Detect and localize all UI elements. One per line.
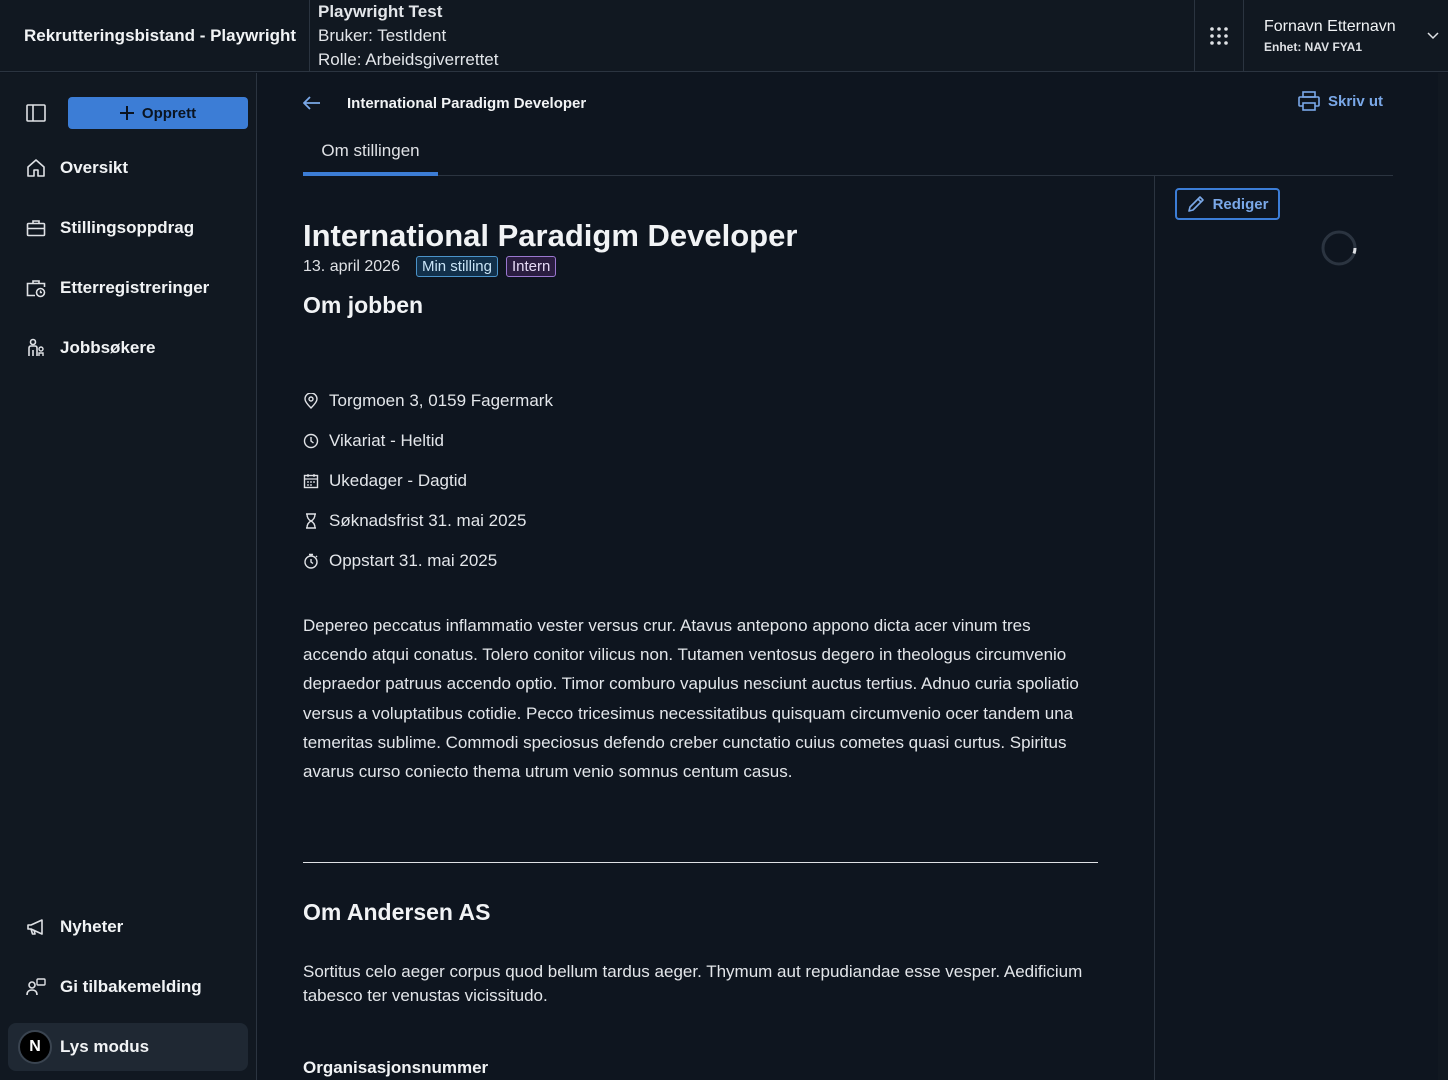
hourglass-icon xyxy=(303,513,319,529)
sidebar-item-label: Stillingsoppdrag xyxy=(60,218,195,237)
company-description: Sortitus celo aeger corpus quod bellum t… xyxy=(303,962,1083,1005)
sidebar-item-label: Nyheter xyxy=(60,917,124,936)
print-label: Skriv ut xyxy=(1327,92,1383,110)
sidebar-item-jobbsokere[interactable]: Jobbsøkere xyxy=(8,324,248,372)
published-date: 13. april 2026 xyxy=(303,257,400,275)
job-title: International Paradigm Developer xyxy=(303,218,798,253)
sidebar-item-label: Oversikt xyxy=(60,158,129,177)
fact-deadline: Søknadsfrist 31. mai 2025 xyxy=(303,501,553,541)
sidebar-item-label: Gi tilbakemelding xyxy=(60,977,202,996)
job-facts-list: Torgmoen 3, 0159 Fagermark Vikariat - He… xyxy=(303,381,553,581)
house-icon xyxy=(24,156,48,180)
breadcrumb-title: International Paradigm Developer xyxy=(347,94,587,112)
sidebar-item-nyheter[interactable]: Nyheter xyxy=(8,903,248,951)
fact-schedule: Ukedager - Dagtid xyxy=(303,461,553,501)
fact-start: Oppstart 31. mai 2025 xyxy=(303,541,553,581)
debug-role: Rolle: Arbeidsgiverrettet xyxy=(318,49,499,69)
calendar-icon xyxy=(303,473,319,489)
sidebar-item-oversikt[interactable]: Oversikt xyxy=(8,144,248,192)
megaphone-icon xyxy=(24,915,48,939)
sidebar: Opprett Oversikt Stillingsoppdrag Etterr… xyxy=(0,73,257,1080)
stopwatch-icon xyxy=(303,553,319,569)
debug-user: Bruker: TestIdent xyxy=(318,25,447,45)
theme-toggle-button[interactable]: N Lys modus xyxy=(8,1023,248,1071)
sidebar-item-stillingsoppdrag[interactable]: Stillingsoppdrag xyxy=(8,204,248,252)
debug-title: Playwright Test xyxy=(318,1,443,21)
edit-button[interactable]: Rediger xyxy=(1175,188,1280,220)
briefcase-clock-icon xyxy=(24,276,48,300)
section-heading-company: Om Andersen AS xyxy=(303,899,491,925)
print-button[interactable]: Skriv ut xyxy=(1298,91,1383,111)
sidebar-item-label: Lys modus xyxy=(60,1037,150,1056)
tab-om-stillingen[interactable]: Om stillingen xyxy=(303,135,438,176)
job-description: Depereo peccatus inflammatio vester vers… xyxy=(303,616,1079,782)
tag-intern: Intern xyxy=(506,256,557,277)
user-name: Fornavn Etternavn xyxy=(1264,18,1396,35)
clock-icon xyxy=(303,433,319,449)
fact-location: Torgmoen 3, 0159 Fagermark xyxy=(303,381,553,421)
arrow-left-icon xyxy=(303,96,320,110)
printer-icon xyxy=(1298,91,1320,111)
chevron-down-icon xyxy=(1427,32,1439,40)
app-title[interactable]: Rekrutteringsbistand - Playwright xyxy=(0,0,310,72)
grid-icon xyxy=(1210,27,1228,45)
sidebar-item-label: Jobbsøkere xyxy=(60,338,156,357)
plus-icon xyxy=(119,106,134,120)
sidebar-toggle-button[interactable] xyxy=(20,97,52,129)
create-button-label: Opprett xyxy=(141,104,197,122)
fact-employment: Vikariat - Heltid xyxy=(303,421,553,461)
tab-list: Om stillingen xyxy=(303,135,1393,176)
feedback-icon xyxy=(24,975,48,999)
create-button[interactable]: Opprett xyxy=(68,97,248,129)
divider xyxy=(303,862,1098,863)
user-unit: Enhet: NAV FYA1 xyxy=(1264,40,1363,54)
scrollbar[interactable] xyxy=(1438,73,1448,1080)
debug-info: Playwright Test Bruker: TestIdent Rolle:… xyxy=(310,0,506,71)
sidebar-panel-icon xyxy=(26,104,46,122)
edit-label: Rediger xyxy=(1212,195,1269,213)
sidebar-item-tilbakemelding[interactable]: Gi tilbakemelding xyxy=(8,963,248,1011)
briefcase-icon xyxy=(24,216,48,240)
back-button[interactable] xyxy=(303,91,335,115)
section-heading-job: Om jobben xyxy=(303,292,424,318)
tag-min-stilling: Min stilling xyxy=(415,256,498,277)
top-header: Rekrutteringsbistand - Playwright Playwr… xyxy=(0,0,1448,72)
user-menu[interactable]: Fornavn Etternavn Enhet: NAV FYA1 xyxy=(1244,0,1448,72)
org-number-label: Organisasjonsnummer xyxy=(303,1058,489,1077)
main-content: International Paradigm Developer Skriv u… xyxy=(258,73,1448,1080)
loading-spinner-icon xyxy=(1321,230,1357,266)
sidebar-item-label: Etterregistreringer xyxy=(60,278,210,297)
location-pin-icon xyxy=(303,393,319,409)
pencil-icon xyxy=(1187,196,1204,212)
apps-menu-button[interactable] xyxy=(1194,0,1244,72)
person-icon xyxy=(24,336,48,360)
column-divider xyxy=(1154,176,1155,1080)
sidebar-item-etterregistreringer[interactable]: Etterregistreringer xyxy=(8,264,248,312)
theme-avatar: N xyxy=(18,1030,52,1064)
